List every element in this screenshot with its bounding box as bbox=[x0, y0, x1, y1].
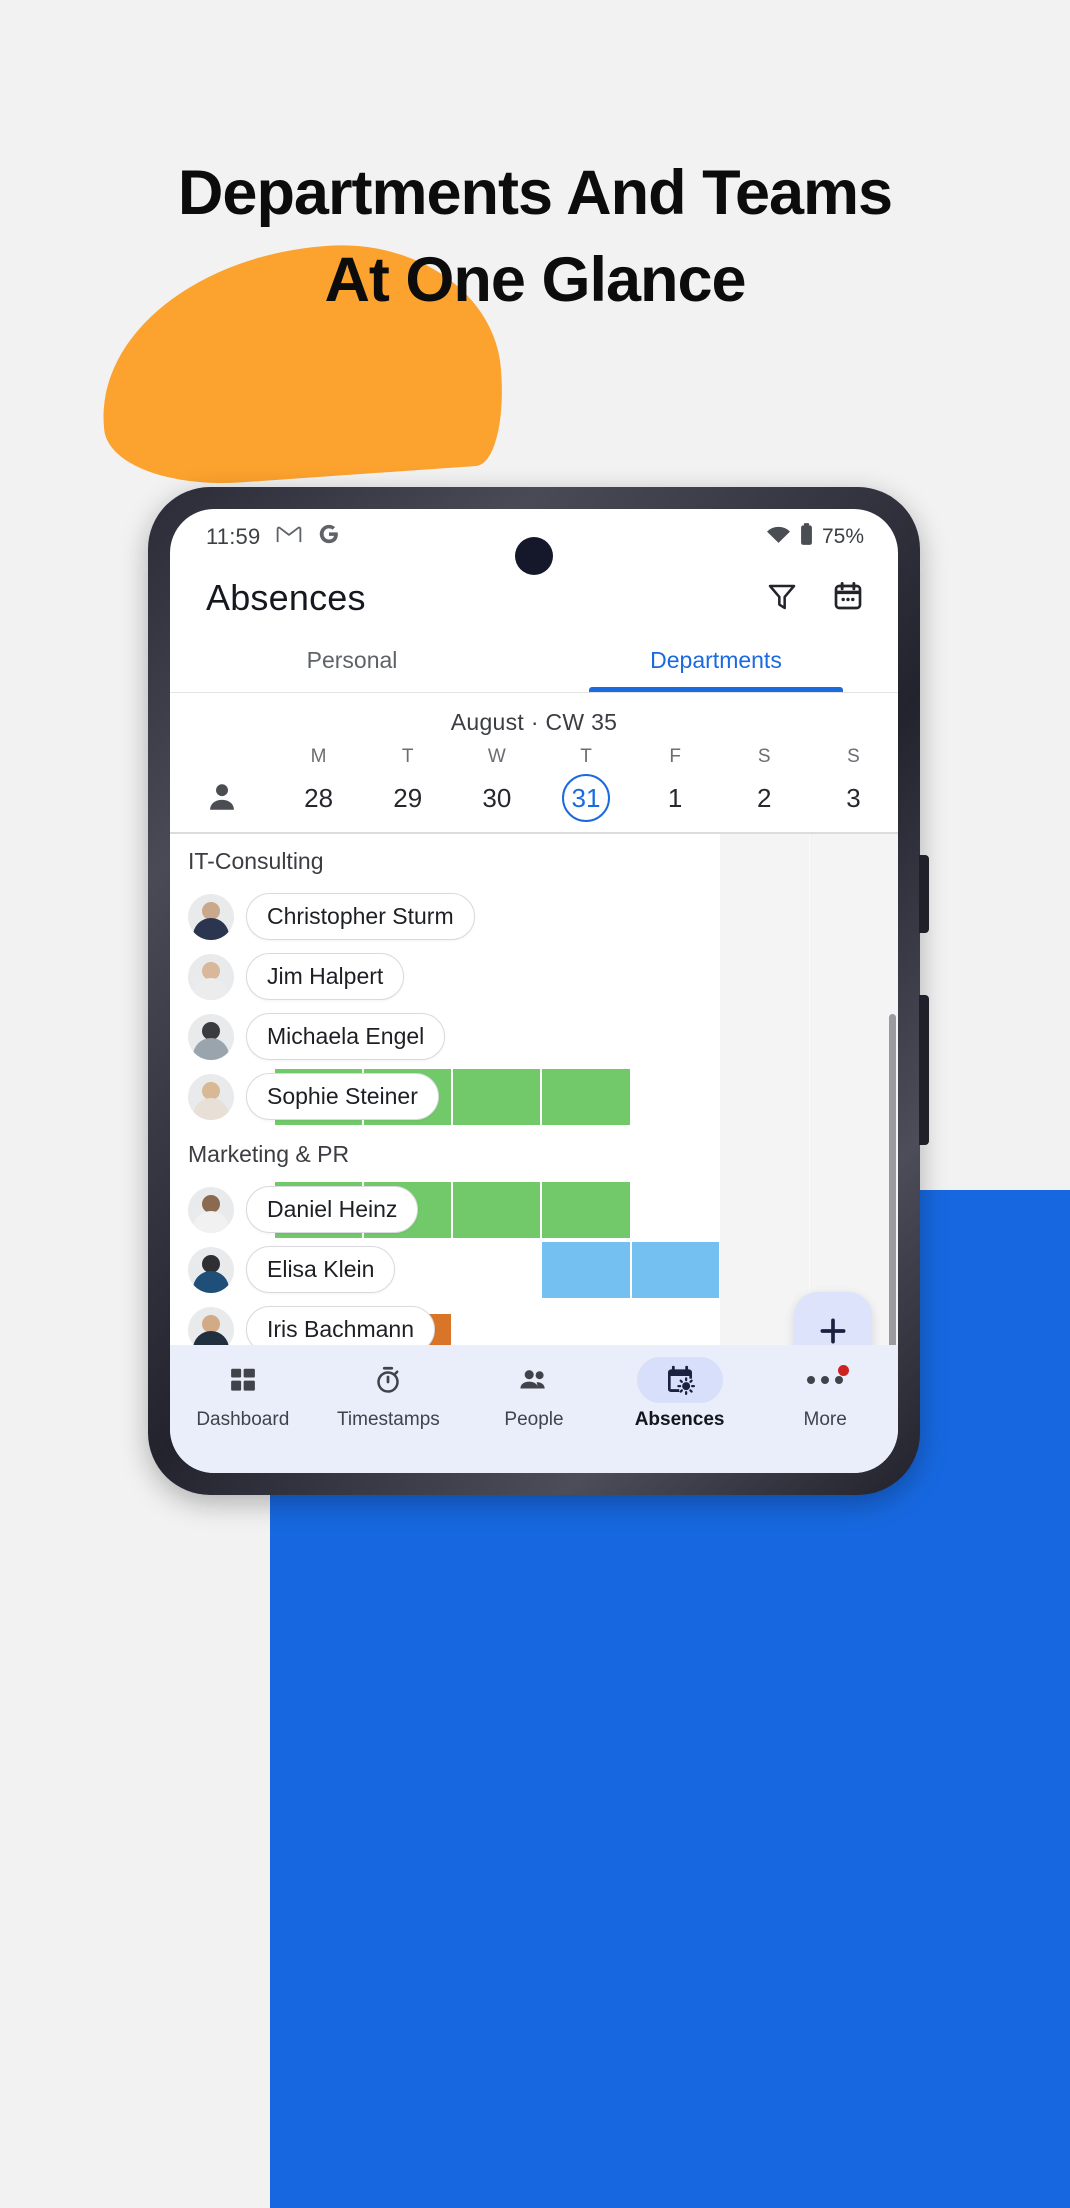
calendar-col-6[interactable]: S 3 bbox=[809, 746, 898, 822]
person-name-pill[interactable]: Elisa Klein bbox=[246, 1246, 396, 1293]
absence-cell-vacation[interactable] bbox=[453, 1181, 541, 1238]
nav-item-people[interactable]: People bbox=[461, 1357, 607, 1431]
calendar-date-4: 1 bbox=[667, 782, 683, 813]
nav-item-absences[interactable]: Absences bbox=[607, 1357, 753, 1431]
calendar-dow-1: T bbox=[401, 746, 414, 767]
person-name-pill[interactable]: Sophie Steiner bbox=[246, 1073, 439, 1120]
calendar-col-5[interactable]: S 2 bbox=[720, 746, 809, 822]
calendar-date-1: 29 bbox=[393, 782, 423, 813]
more-dots-icon bbox=[782, 1357, 868, 1403]
person-row[interactable]: Elisa Klein bbox=[170, 1240, 898, 1300]
nav-item-more[interactable]: More bbox=[752, 1357, 898, 1431]
status-bar: 11:59 75% bbox=[170, 509, 898, 575]
status-bar-right: 75% bbox=[766, 523, 864, 551]
phone-volume-button bbox=[919, 855, 929, 933]
person-name-pill[interactable]: Daniel Heinz bbox=[246, 1186, 419, 1233]
calendar-col-4[interactable]: F 1 bbox=[631, 746, 720, 822]
tab-personal[interactable]: Personal bbox=[170, 637, 534, 692]
calendar-date-2: 30 bbox=[482, 782, 512, 813]
calendar-month-label: August · CW 35 bbox=[450, 709, 618, 735]
person-icon bbox=[170, 780, 274, 822]
calendar-date-3-today: 31 bbox=[541, 774, 630, 822]
vertical-scrollbar[interactable] bbox=[889, 1013, 896, 1394]
calendar-col-0[interactable]: M 28 bbox=[274, 746, 363, 822]
calendar-date-5: 2 bbox=[757, 782, 772, 813]
person-row[interactable]: Daniel Heinz bbox=[170, 1180, 898, 1240]
phone-screen: 11:59 75% Absences Personal Departments … bbox=[170, 509, 898, 1473]
plus-icon bbox=[820, 1318, 846, 1343]
tab-departments[interactable]: Departments bbox=[534, 637, 898, 692]
status-bar-left: 11:59 bbox=[206, 523, 340, 551]
stopwatch-icon bbox=[345, 1357, 431, 1403]
absence-cell-vacation[interactable] bbox=[542, 1068, 630, 1125]
absence-cell-vacation[interactable] bbox=[453, 1068, 541, 1125]
calendar-dow-5: S bbox=[757, 746, 771, 767]
nav-label-timestamps: Timestamps bbox=[337, 1409, 440, 1430]
status-time: 11:59 bbox=[206, 524, 261, 549]
nav-label-more: More bbox=[803, 1409, 847, 1430]
calendar-strip: August · CW 35 M 28 T 29 W 30 T 31 F 1 S… bbox=[170, 693, 898, 834]
avatar[interactable] bbox=[188, 1073, 234, 1120]
headline-line-1: Departments And Teams bbox=[177, 158, 893, 228]
nav-label-dashboard: Dashboard bbox=[196, 1409, 290, 1430]
calendar-dow-0: M bbox=[310, 746, 327, 767]
calendar-dow-4: F bbox=[669, 746, 681, 767]
absence-cell-vacation[interactable] bbox=[542, 1181, 630, 1238]
app-bar-actions bbox=[766, 580, 864, 617]
person-name-pill[interactable]: Michaela Engel bbox=[246, 1013, 446, 1060]
absence-cell-home-office[interactable] bbox=[631, 1241, 719, 1298]
calendar-date-0: 28 bbox=[304, 782, 334, 813]
people-icon bbox=[491, 1357, 577, 1403]
app-bar: Absences bbox=[170, 565, 898, 637]
phone-mockup: 11:59 75% Absences Personal Departments … bbox=[148, 487, 929, 1495]
calendar-sun-icon bbox=[636, 1357, 723, 1403]
tab-personal-label: Personal bbox=[306, 647, 398, 673]
calendar-date-6: 3 bbox=[846, 782, 861, 813]
page-title: Departments And Teams At One Glance bbox=[0, 150, 1070, 324]
nav-item-timestamps[interactable]: Timestamps bbox=[316, 1357, 462, 1431]
screen-title: Absences bbox=[206, 577, 366, 618]
nav-label-absences: Absences bbox=[634, 1409, 725, 1430]
tab-departments-label: Departments bbox=[650, 647, 782, 673]
grid-icon bbox=[200, 1357, 286, 1403]
absence-cell-home-office[interactable] bbox=[542, 1241, 630, 1298]
google-icon bbox=[318, 523, 340, 551]
person-row[interactable]: Christopher Sturm bbox=[170, 887, 898, 947]
department-group-label: IT-Consulting bbox=[188, 847, 324, 874]
calendar-dow-6: S bbox=[847, 746, 860, 767]
absence-schedule[interactable]: IT-Consulting Christopher Sturm Jim Halper… bbox=[170, 833, 898, 1394]
battery-percent: 75% bbox=[821, 525, 864, 548]
headline-line-2: At One Glance bbox=[324, 244, 746, 315]
bottom-navigation: Dashboard Timestamps People Absences Mor… bbox=[170, 1345, 898, 1473]
filter-icon[interactable] bbox=[766, 580, 798, 617]
avatar[interactable] bbox=[188, 1246, 234, 1293]
calendar-icon[interactable] bbox=[832, 580, 864, 617]
front-camera bbox=[515, 537, 553, 575]
person-name-pill[interactable]: Jim Halpert bbox=[246, 953, 405, 1000]
department-group-label: Marketing & PR bbox=[188, 1140, 350, 1167]
calendar-col-1[interactable]: T 29 bbox=[363, 746, 452, 822]
wifi-icon bbox=[766, 525, 791, 550]
avatar[interactable] bbox=[188, 893, 234, 940]
avatar[interactable] bbox=[188, 953, 234, 1000]
person-name-pill[interactable]: Christopher Sturm bbox=[246, 893, 475, 940]
avatar[interactable] bbox=[188, 1186, 234, 1233]
calendar-dow-3: T bbox=[580, 746, 592, 767]
person-row[interactable]: Jim Halpert bbox=[170, 947, 898, 1007]
notification-badge bbox=[838, 1365, 850, 1376]
nav-label-people: People bbox=[504, 1409, 564, 1430]
avatar[interactable] bbox=[188, 1013, 234, 1060]
phone-power-button bbox=[919, 995, 929, 1145]
calendar-day-grid: M 28 T 29 W 30 T 31 F 1 S 2 S 3 bbox=[170, 746, 898, 822]
tab-bar: Personal Departments bbox=[170, 637, 898, 692]
calendar-col-2[interactable]: W 30 bbox=[452, 746, 541, 822]
calendar-col-3[interactable]: T 31 bbox=[541, 746, 630, 822]
battery-icon bbox=[800, 523, 813, 551]
person-row[interactable]: Michaela Engel bbox=[170, 1007, 898, 1067]
nav-item-dashboard[interactable]: Dashboard bbox=[170, 1357, 316, 1431]
gmail-icon bbox=[276, 524, 302, 550]
person-row[interactable]: Sophie Steiner bbox=[170, 1067, 898, 1127]
promo-page: Departments And Teams At One Glance 11:5… bbox=[0, 0, 1070, 2208]
calendar-dow-2: W bbox=[487, 746, 506, 767]
